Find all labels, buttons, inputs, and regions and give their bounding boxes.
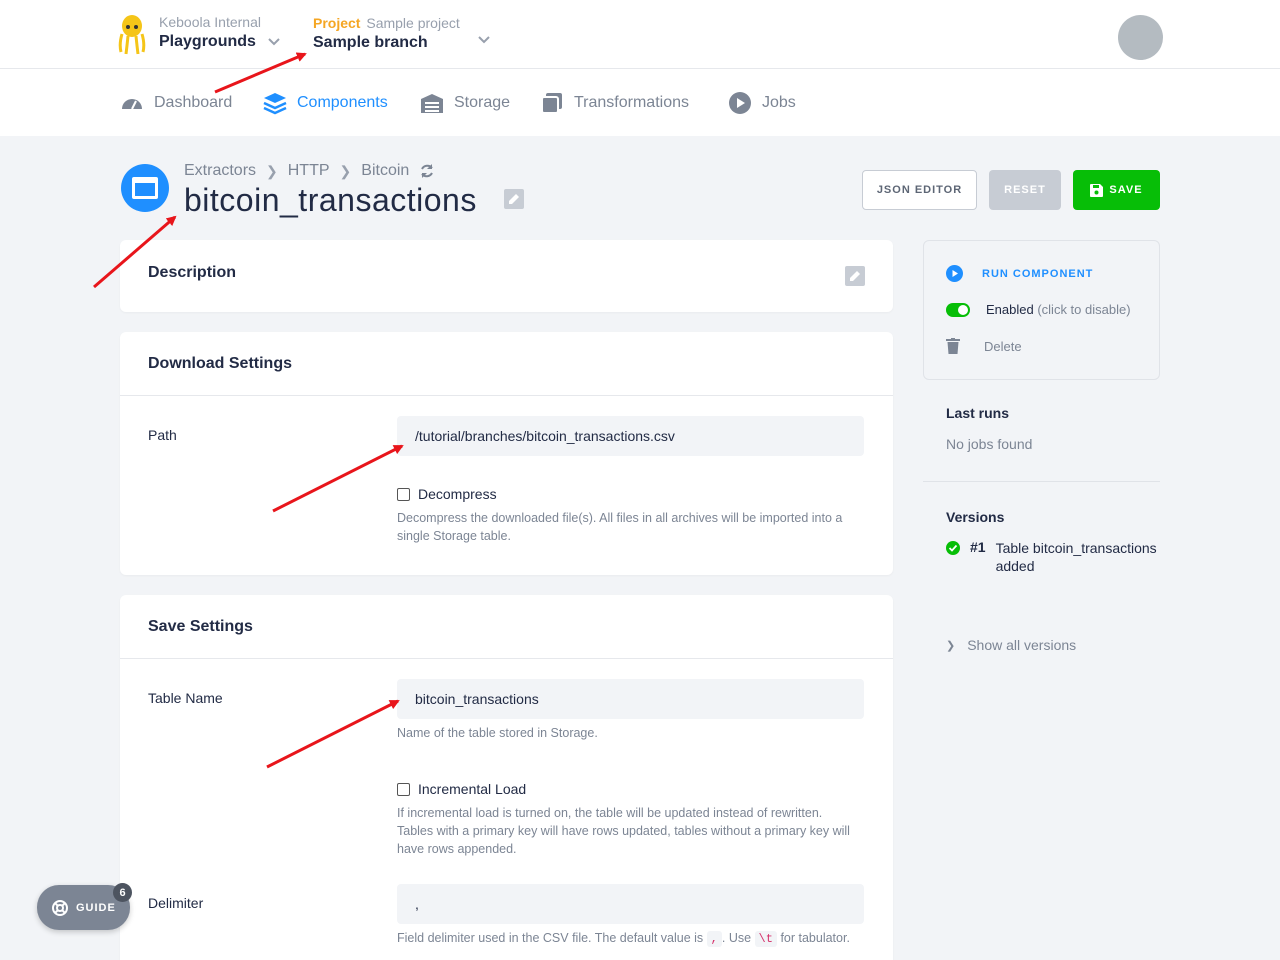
decompress-label: Decompress — [418, 486, 497, 502]
versions-title: Versions — [946, 509, 1005, 525]
chevron-down-icon[interactable] — [478, 36, 490, 44]
org-label: Keboola Internal — [159, 14, 261, 30]
layers-icon — [263, 93, 287, 115]
table-name-help: Name of the table stored in Storage. — [397, 726, 598, 740]
version-number: #1 — [970, 539, 986, 555]
breadcrumb-extractors[interactable]: Extractors — [184, 162, 256, 180]
delete-label: Delete — [984, 338, 1022, 354]
path-input[interactable]: /tutorial/branches/bitcoin_transactions.… — [397, 416, 864, 456]
table-name-input[interactable]: bitcoin_transactions — [397, 679, 864, 719]
main-nav: Dashboard Components Storage Transformat… — [0, 69, 1280, 136]
divider — [120, 658, 893, 659]
incremental-load-label: Incremental Load — [418, 781, 527, 797]
table-name-label: Table Name — [148, 690, 223, 706]
toggle-switch[interactable] — [946, 302, 970, 317]
delimiter-help-text: . Use — [721, 931, 752, 945]
nav-dashboard[interactable]: Dashboard — [120, 91, 232, 115]
decompress-checkbox[interactable]: Decompress — [397, 486, 497, 502]
window-icon — [132, 177, 158, 199]
delete-button[interactable]: Delete — [946, 338, 1022, 354]
gauge-icon — [122, 99, 142, 110]
top-header: Keboola Internal Playgrounds Project Sam… — [0, 0, 1280, 69]
nav-dashboard-label: Dashboard — [154, 94, 233, 111]
path-label: Path — [148, 427, 177, 443]
divider — [923, 481, 1160, 482]
check-circle-icon — [946, 541, 960, 555]
edit-description-icon[interactable] — [845, 266, 865, 286]
org-name: Playgrounds — [159, 33, 256, 50]
incremental-load-help: If incremental load is turned on, the ta… — [397, 806, 850, 856]
chevron-right-icon: ❯ — [266, 162, 278, 179]
guide-count-badge: 6 — [113, 883, 132, 902]
delimiter-input[interactable]: , — [397, 884, 864, 924]
play-circle-icon — [729, 92, 751, 114]
nav-components[interactable]: Components — [263, 91, 388, 115]
nav-storage[interactable]: Storage — [420, 91, 510, 115]
delimiter-help: Field delimiter used in the CSV file. Th… — [397, 929, 877, 948]
show-all-versions-link[interactable]: ❯ Show all versions — [946, 637, 1076, 653]
chevron-down-icon — [268, 38, 280, 46]
download-settings-card: Download Settings Path /tutorial/branche… — [120, 332, 893, 575]
enabled-label: Enabled — [986, 302, 1034, 317]
checkbox-box[interactable] — [397, 487, 410, 501]
project-name: Sample project — [366, 15, 460, 31]
json-editor-button[interactable]: JSON EDITOR — [862, 170, 977, 210]
keboola-logo-icon[interactable] — [118, 14, 146, 56]
nav-jobs-label: Jobs — [762, 94, 796, 111]
organization-switcher[interactable]: Keboola Internal Playgrounds — [159, 14, 280, 51]
checkbox-box[interactable] — [397, 782, 410, 796]
run-component-label: RUN COMPONENT — [982, 267, 1094, 280]
nav-transformations[interactable]: Transformations — [540, 91, 689, 115]
nav-components-label: Components — [297, 94, 388, 111]
version-item[interactable]: #1 Table bitcoin_transactions added — [946, 539, 1166, 575]
description-title: Description — [148, 264, 237, 281]
save-settings-title: Save Settings — [148, 618, 253, 635]
chevron-right-icon: ❯ — [339, 162, 352, 179]
delimiter-label: Delimiter — [148, 895, 204, 911]
enabled-hint: (click to disable) — [1037, 302, 1131, 317]
delimiter-code-comma: , — [706, 931, 722, 947]
project-prefix: Project — [313, 15, 361, 31]
floppy-disk-icon — [1090, 183, 1104, 197]
save-settings-card: Save Settings Table Name bitcoin_transac… — [120, 595, 893, 960]
nav-jobs[interactable]: Jobs — [728, 91, 796, 115]
version-text: Table bitcoin_transactions added — [995, 540, 1157, 574]
nav-storage-label: Storage — [454, 94, 511, 111]
incremental-load-checkbox[interactable]: Incremental Load — [397, 781, 526, 797]
divider — [120, 395, 893, 396]
branch-name: Sample branch — [313, 34, 428, 51]
component-actions-panel: RUN COMPONENT Enabled (click to disable)… — [923, 240, 1160, 380]
delimiter-code-tab: \t — [754, 931, 777, 947]
show-all-versions-label: Show all versions — [967, 637, 1077, 653]
description-card: Description — [120, 240, 893, 312]
last-runs-empty: No jobs found — [946, 436, 1033, 452]
decompress-help: Decompress the downloaded file(s). All f… — [397, 511, 843, 543]
component-icon — [121, 164, 169, 212]
last-runs-title: Last runs — [946, 405, 1010, 421]
trash-icon — [946, 338, 960, 354]
refresh-icon[interactable] — [419, 163, 435, 179]
copy-icon — [541, 93, 562, 114]
save-button-label: SAVE — [1109, 184, 1143, 196]
download-settings-title: Download Settings — [148, 355, 292, 372]
enabled-toggle[interactable]: Enabled (click to disable) — [946, 302, 1131, 317]
breadcrumb-bitcoin[interactable]: Bitcoin — [361, 162, 409, 180]
breadcrumb: Extractors ❯ HTTP ❯ Bitcoin — [184, 162, 435, 180]
delimiter-help-text: for tabulator. — [780, 931, 850, 945]
page-title: bitcoin_transactions — [184, 182, 477, 218]
chevron-right-icon: ❯ — [946, 639, 956, 652]
user-avatar[interactable] — [1118, 15, 1163, 60]
play-circle-icon — [946, 265, 963, 282]
lifebuoy-icon — [52, 899, 68, 916]
guide-label: GUIDE — [76, 901, 116, 914]
edit-title-icon[interactable] — [504, 189, 524, 209]
breadcrumb-http[interactable]: HTTP — [288, 162, 330, 180]
reset-button[interactable]: RESET — [989, 170, 1061, 210]
delimiter-help-text: Field delimiter used in the CSV file. Th… — [397, 931, 704, 945]
save-button[interactable]: SAVE — [1073, 170, 1160, 210]
nav-transformations-label: Transformations — [574, 94, 689, 111]
warehouse-icon — [421, 94, 443, 113]
run-component-button[interactable]: RUN COMPONENT — [946, 265, 1093, 282]
project-switcher[interactable]: Project Sample project Sample branch — [313, 15, 460, 52]
